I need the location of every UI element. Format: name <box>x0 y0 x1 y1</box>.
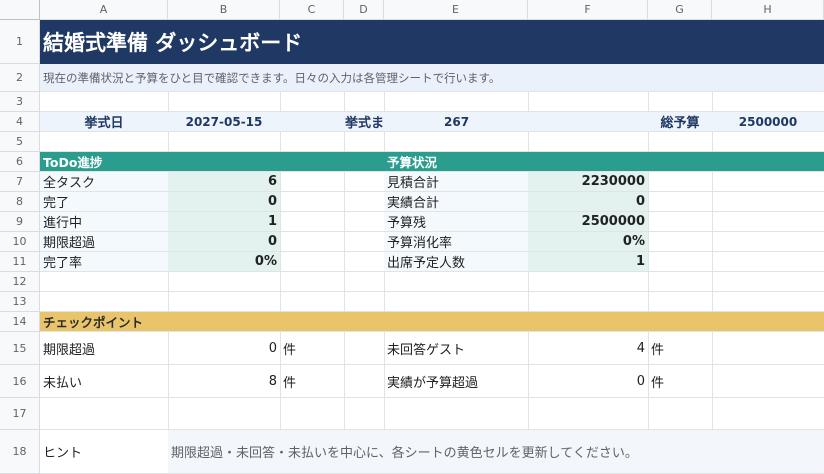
total-budget-value[interactable]: 2500000 <box>712 112 824 131</box>
row-header-5[interactable]: 5 <box>0 132 40 152</box>
no-reply-guests-value[interactable]: 4 <box>528 332 648 364</box>
overdue-unit[interactable]: 件 <box>280 332 344 364</box>
row-header-12[interactable]: 12 <box>0 272 40 292</box>
todo-value[interactable]: 0 <box>168 192 280 211</box>
no-reply-guests-unit[interactable]: 件 <box>648 332 712 364</box>
todo-progress-header[interactable]: ToDo進捗 <box>40 152 280 171</box>
overdue-label[interactable]: 期限超過 <box>40 332 168 364</box>
hint-label[interactable]: ヒント <box>40 430 168 473</box>
column-header-c[interactable]: C <box>280 0 344 20</box>
budget-value[interactable]: 2230000 <box>528 172 648 191</box>
todo-label[interactable]: 期限超過 <box>40 232 168 251</box>
wedding-date-value[interactable]: 2027-05-15 <box>168 112 280 131</box>
row-header-11[interactable]: 11 <box>0 252 40 272</box>
select-all-corner[interactable] <box>0 0 40 20</box>
budget-value[interactable]: 1 <box>528 252 648 271</box>
budget-value[interactable]: 2500000 <box>528 212 648 231</box>
row-header-18[interactable]: 18 <box>0 430 40 474</box>
unpaid-value[interactable]: 8 <box>168 365 280 397</box>
row-header-6[interactable]: 6 <box>0 152 40 172</box>
wedding-date-label[interactable]: 挙式日 <box>40 112 168 131</box>
row-header-3[interactable]: 3 <box>0 92 40 112</box>
over-budget-value[interactable]: 0 <box>528 365 648 397</box>
todo-value[interactable]: 0 <box>168 232 280 251</box>
days-left-value[interactable]: 267 <box>384 112 528 131</box>
row-header-2[interactable]: 2 <box>0 64 40 92</box>
unpaid-unit[interactable]: 件 <box>280 365 344 397</box>
todo-value[interactable]: 1 <box>168 212 280 231</box>
column-header-e[interactable]: E <box>384 0 528 20</box>
column-header-g[interactable]: G <box>648 0 712 20</box>
budget-label[interactable]: 実績合計 <box>384 192 528 211</box>
column-header-b[interactable]: B <box>168 0 280 20</box>
budget-label[interactable]: 予算消化率 <box>384 232 528 251</box>
spreadsheet-grid: A B C D E F G H 1 2 3 4 5 6 7 8 9 10 11 … <box>0 0 824 474</box>
column-header-h[interactable]: H <box>712 0 824 20</box>
row-header-14[interactable]: 14 <box>0 312 40 332</box>
todo-label[interactable]: 全タスク <box>40 172 168 191</box>
todo-label[interactable]: 進行中 <box>40 212 168 231</box>
row-header-4[interactable]: 4 <box>0 112 40 132</box>
row-header-8[interactable]: 8 <box>0 192 40 212</box>
column-header-a[interactable]: A <box>40 0 168 20</box>
budget-value[interactable]: 0% <box>528 232 648 251</box>
column-header-f[interactable]: F <box>528 0 648 20</box>
total-budget-label[interactable]: 総予算 <box>648 112 712 131</box>
row-header-17[interactable]: 17 <box>0 398 40 430</box>
over-budget-label[interactable]: 実績が予算超過 <box>384 365 528 397</box>
dashboard-title[interactable]: 結婚式準備 ダッシュボード <box>40 20 824 64</box>
row-header-13[interactable]: 13 <box>0 292 40 312</box>
row-header-1[interactable]: 1 <box>0 20 40 64</box>
todo-value[interactable]: 6 <box>168 172 280 191</box>
row-header-15[interactable]: 15 <box>0 332 40 365</box>
hint-text[interactable]: 期限超過・未回答・未払いを中心に、各シートの黄色セルを更新してください。 <box>168 430 824 473</box>
budget-label[interactable]: 予算残 <box>384 212 528 231</box>
dashboard-subtitle[interactable]: 現在の準備状況と予算をひと目で確認できます。日々の入力は各管理シートで行います。 <box>40 64 824 91</box>
row-header-7[interactable]: 7 <box>0 172 40 192</box>
budget-value[interactable]: 0 <box>528 192 648 211</box>
row-header-10[interactable]: 10 <box>0 232 40 252</box>
no-reply-guests-label[interactable]: 未回答ゲスト <box>384 332 528 364</box>
row-header-9[interactable]: 9 <box>0 212 40 232</box>
budget-label[interactable]: 出席予定人数 <box>384 252 528 271</box>
over-budget-unit[interactable]: 件 <box>648 365 712 397</box>
budget-status-header[interactable]: 予算状況 <box>384 152 824 171</box>
todo-label[interactable]: 完了率 <box>40 252 168 271</box>
budget-label[interactable]: 見積合計 <box>384 172 528 191</box>
column-header-d[interactable]: D <box>344 0 384 20</box>
todo-label[interactable]: 完了 <box>40 192 168 211</box>
checkpoints-header[interactable]: チェックポイント <box>40 312 824 331</box>
todo-value[interactable]: 0% <box>168 252 280 271</box>
overdue-value[interactable]: 0 <box>168 332 280 364</box>
days-left-label[interactable]: 挙式ま <box>344 112 384 131</box>
unpaid-label[interactable]: 未払い <box>40 365 168 397</box>
row-header-16[interactable]: 16 <box>0 365 40 398</box>
section-gap <box>280 152 384 171</box>
